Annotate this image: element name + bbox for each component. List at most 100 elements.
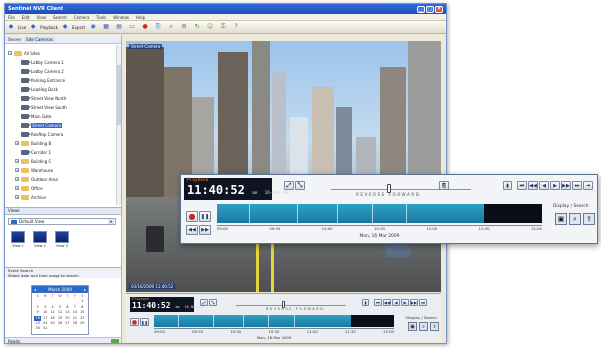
callout-prev-frame-button[interactable]: ◀◀ <box>186 225 198 235</box>
tree-item[interactable]: Lobby Camera 2 <box>21 67 64 75</box>
zoom-in-button[interactable]: ⤢ <box>200 299 208 306</box>
callout-speed-slider[interactable] <box>331 189 471 190</box>
callout-next-frame-button[interactable]: ▶▶ <box>199 225 211 235</box>
zoom-out-button[interactable]: ⤡ <box>209 299 217 306</box>
event-marker[interactable] <box>371 204 373 223</box>
expand-icon[interactable]: + <box>15 177 19 181</box>
speed-slider[interactable] <box>236 305 346 306</box>
menu-item-file[interactable]: File <box>8 15 15 20</box>
chevron-down-icon[interactable]: ▾ <box>108 219 114 224</box>
minimize-button[interactable]: _ <box>417 5 425 13</box>
menu-item-camera[interactable]: Camera <box>74 15 90 20</box>
view-thumbnail[interactable]: View 3 <box>55 231 69 248</box>
event-marker[interactable] <box>242 315 244 327</box>
tree-item[interactable]: Corridor 1 <box>21 148 51 156</box>
expand-icon[interactable]: + <box>15 168 19 172</box>
menu-item-tools[interactable]: Tools <box>96 15 106 20</box>
camera-icon[interactable]: ◉ <box>88 23 98 32</box>
view-thumbnail[interactable]: View 1 <box>11 231 25 248</box>
callout-zoom-out-button[interactable]: ⤡ <box>295 181 305 190</box>
play-button[interactable]: ▶ <box>401 299 409 306</box>
calendar-day[interactable]: 29 <box>79 321 86 326</box>
callout-timeline[interactable] <box>217 204 542 223</box>
event-marker[interactable] <box>406 204 408 223</box>
refresh-icon[interactable]: ↻ <box>192 23 202 32</box>
prev-month-icon[interactable]: ◂ <box>34 286 36 293</box>
callout-rewind-button[interactable]: ◀◀ <box>528 181 538 190</box>
callout-search-icon[interactable]: ⌕ <box>569 213 581 225</box>
step-back-button[interactable]: ◀ <box>392 299 400 306</box>
close-button[interactable]: × <box>435 5 443 13</box>
callout-record-button[interactable]: ● <box>186 211 198 222</box>
monitor-icon[interactable]: ▭ <box>127 23 137 32</box>
event-marker[interactable] <box>177 315 179 327</box>
tree-item[interactable]: + Warehouse <box>15 166 53 174</box>
expand-icon[interactable]: + <box>15 186 19 190</box>
help-icon[interactable]: ? <box>231 23 241 32</box>
callout-next-button[interactable]: ⇥ <box>583 181 593 190</box>
tree-item[interactable]: + Archive <box>15 193 46 201</box>
callout-skip-back-button[interactable]: ⏮ <box>517 181 527 190</box>
tree-item[interactable]: + Outdoor Area <box>15 175 58 183</box>
calendar-day[interactable]: 25 <box>49 321 56 326</box>
toolbar-export-button[interactable]: ◆ Export <box>61 23 85 32</box>
skip-forward-button[interactable]: ⏭ <box>419 299 427 306</box>
rewind-button[interactable]: ◀◀ <box>383 299 391 306</box>
event-marker[interactable] <box>213 315 215 327</box>
snapshot-icon[interactable]: ⎘ <box>153 23 163 32</box>
callout-display-icon[interactable]: ▣ <box>555 213 567 225</box>
grid-icon[interactable]: ▤ <box>114 23 124 32</box>
stop-button[interactable]: ▮ <box>362 299 369 306</box>
menu-item-view[interactable]: View <box>36 15 46 20</box>
user-icon[interactable]: ☺ <box>205 23 215 32</box>
tree-item[interactable]: + Building C <box>15 157 51 165</box>
tree-item[interactable]: Loading Dock <box>21 85 58 93</box>
callout-snapshot-button[interactable]: ⎘ <box>439 181 449 190</box>
menu-item-window[interactable]: Window <box>113 15 129 20</box>
timeline-small[interactable] <box>154 315 394 327</box>
layout-icon[interactable]: ▦ <box>101 23 111 32</box>
tree-item[interactable]: Street View North <box>21 94 66 102</box>
menu-item-search[interactable]: Search <box>53 15 67 20</box>
search-icon[interactable]: ⌕ <box>419 322 428 331</box>
callout-stop-button[interactable]: ▮ <box>503 181 512 190</box>
tree-item[interactable]: Rooftop Camera <box>21 130 63 138</box>
display-icon[interactable]: ▣ <box>408 322 417 331</box>
pause-button[interactable]: ❚❚ <box>140 318 149 326</box>
tree-root[interactable]: − All Sites <box>8 49 40 57</box>
callout-zoom-in-button[interactable]: ⤢ <box>284 181 294 190</box>
callout-pause-button[interactable]: ❚❚ <box>199 211 211 222</box>
menu-item-edit[interactable]: Edit <box>22 15 30 20</box>
address-value[interactable]: Site Cameras <box>24 36 55 42</box>
tree-item[interactable]: Lobby Camera 1 <box>21 58 64 66</box>
calendar-day[interactable]: 31 <box>41 326 48 331</box>
settings-icon[interactable]: ⚙ <box>179 23 189 32</box>
callout-skip-forward-button[interactable]: ⏭ <box>572 181 582 190</box>
fast-forward-button[interactable]: ▶▶ <box>410 299 418 306</box>
expand-icon[interactable]: + <box>15 195 19 199</box>
record-icon[interactable]: ● <box>140 23 150 32</box>
skip-back-button[interactable]: ⏮ <box>374 299 382 306</box>
collapse-icon[interactable]: − <box>8 51 12 55</box>
expand-icon[interactable]: + <box>15 159 19 163</box>
calendar-day[interactable]: 26 <box>56 321 63 326</box>
export-icon[interactable]: ⇪ <box>430 322 439 331</box>
go-button[interactable] <box>111 339 119 343</box>
calendar-day[interactable]: 28 <box>71 321 78 326</box>
event-marker[interactable] <box>336 204 338 223</box>
expand-icon[interactable]: + <box>15 141 19 145</box>
video-view[interactable]: Street Camera 03/16/2009 11:40:52 <box>126 41 441 292</box>
search-icon[interactable]: ⌕ <box>166 23 176 32</box>
tree-item[interactable]: Main Gate <box>21 112 51 120</box>
event-marker[interactable] <box>296 204 298 223</box>
tree-item[interactable]: Parking Entrance <box>21 76 65 84</box>
event-marker[interactable] <box>293 315 295 327</box>
calendar-day[interactable]: 30 <box>34 326 41 331</box>
scrollbar-thumb[interactable] <box>117 65 121 125</box>
callout-fast-forward-button[interactable]: ▶▶ <box>561 181 571 190</box>
record-button[interactable]: ● <box>130 318 139 326</box>
view-thumbnail[interactable]: View 2 <box>33 231 47 248</box>
callout-play-button[interactable]: ▶ <box>550 181 560 190</box>
event-marker[interactable] <box>248 204 250 223</box>
tree-item[interactable]: + Building B <box>15 139 51 147</box>
